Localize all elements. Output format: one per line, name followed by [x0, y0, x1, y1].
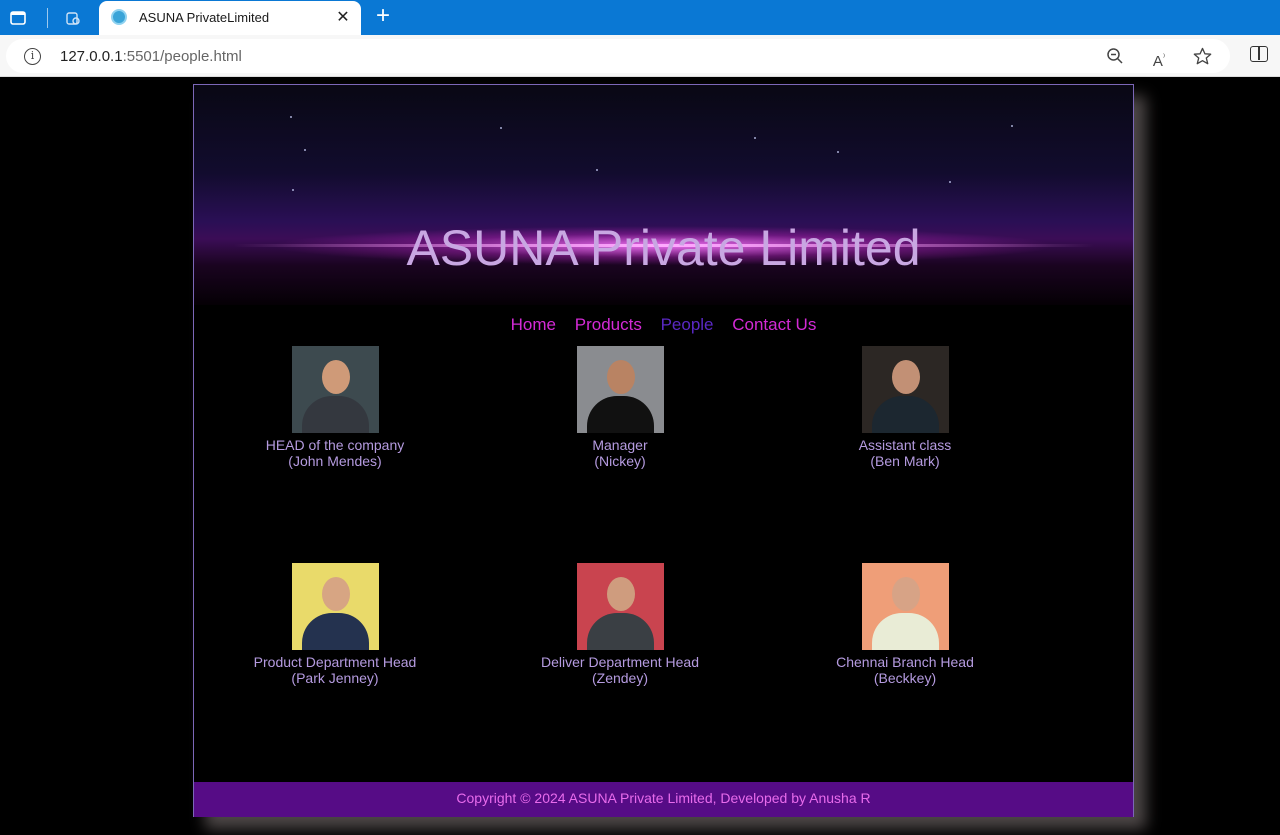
person-card: Product Department Head (Park Jenney): [225, 563, 445, 686]
page-viewport: ASUNA Private Limited Home Products Peop…: [0, 77, 1280, 835]
site-title: ASUNA Private Limited: [406, 220, 921, 276]
tab-actions-icon[interactable]: [7, 7, 29, 29]
star-decoration: [292, 189, 294, 191]
person-photo[interactable]: [291, 563, 379, 650]
zoom-out-icon[interactable]: [1105, 47, 1125, 67]
person-caption: Chennai Branch Head (Beckkey): [795, 654, 1015, 686]
url-text[interactable]: 127.0.0.1:5501/people.html: [60, 48, 242, 65]
star-decoration: [837, 151, 839, 153]
new-tab-icon[interactable]: +: [370, 4, 396, 29]
main-nav: Home Products People Contact Us: [194, 315, 1133, 335]
person-role: Assistant class: [858, 437, 952, 453]
person-photo[interactable]: [861, 346, 949, 433]
person-role: Chennai Branch Head: [836, 654, 974, 670]
star-decoration: [754, 137, 756, 139]
url-field[interactable]: i 127.0.0.1:5501/people.html A⁾: [6, 39, 1230, 73]
person-photo[interactable]: [291, 346, 379, 433]
person-photo[interactable]: [861, 563, 949, 650]
person-role: Deliver Department Head: [541, 654, 699, 670]
person-name: (Zendey): [591, 670, 649, 686]
person-name: (Ben Mark): [870, 453, 940, 469]
split-screen-icon[interactable]: [1250, 46, 1268, 62]
favorite-star-icon[interactable]: [1192, 47, 1212, 67]
tab-bar-separator: [47, 8, 48, 28]
person-caption: Manager (Nickey): [510, 437, 730, 469]
person-caption: Product Department Head (Park Jenney): [225, 654, 445, 686]
person-card: Deliver Department Head (Zendey): [510, 563, 730, 686]
url-host: 127.0.0.1: [60, 48, 123, 65]
tab-title: ASUNA PrivateLimited: [139, 10, 270, 25]
person-card: Manager (Nickey): [510, 346, 730, 469]
active-tab[interactable]: ASUNA PrivateLimited ✕: [99, 1, 361, 35]
star-decoration: [1011, 125, 1013, 127]
person-caption: Assistant class (Ben Mark): [795, 437, 1015, 469]
person-photo[interactable]: [576, 563, 664, 650]
hero-banner: ASUNA Private Limited: [194, 85, 1133, 305]
star-decoration: [290, 116, 292, 118]
person-caption: HEAD of the company (John Mendes): [225, 437, 445, 469]
workspaces-icon[interactable]: [62, 7, 84, 29]
person-name: (John Mendes): [288, 453, 382, 469]
site-container: ASUNA Private Limited Home Products Peop…: [193, 84, 1134, 817]
person-card: Assistant class (Ben Mark): [795, 346, 1015, 469]
person-role: Product Department Head: [253, 654, 417, 670]
star-decoration: [949, 181, 951, 183]
nav-products[interactable]: Products: [575, 315, 642, 334]
person-role: Manager: [592, 437, 648, 453]
browser-tab-bar: ASUNA PrivateLimited ✕ +: [0, 0, 1280, 35]
nav-people[interactable]: People: [661, 315, 714, 334]
person-photo[interactable]: [576, 346, 664, 433]
star-decoration: [304, 149, 306, 151]
nav-contact-us[interactable]: Contact Us: [732, 315, 816, 334]
person-card: HEAD of the company (John Mendes): [225, 346, 445, 469]
tab-close-icon[interactable]: ✕: [333, 8, 353, 28]
star-decoration: [500, 127, 502, 129]
footer-copyright: Copyright © 2024 ASUNA Private Limited, …: [456, 790, 871, 806]
site-footer: Copyright © 2024 ASUNA Private Limited, …: [194, 782, 1133, 817]
address-bar: i 127.0.0.1:5501/people.html A⁾: [0, 35, 1280, 77]
person-name: (Park Jenney): [291, 670, 379, 686]
person-name: (Beckkey): [873, 670, 937, 686]
person-card: Chennai Branch Head (Beckkey): [795, 563, 1015, 686]
url-path: :5501/people.html: [122, 48, 242, 65]
read-aloud-icon[interactable]: A⁾: [1149, 47, 1169, 70]
person-name: (Nickey): [594, 453, 646, 469]
person-caption: Deliver Department Head (Zendey): [510, 654, 730, 686]
site-info-icon[interactable]: i: [24, 48, 41, 65]
nav-home[interactable]: Home: [511, 315, 556, 334]
person-role: HEAD of the company: [265, 437, 405, 453]
star-decoration: [596, 169, 598, 171]
tab-favicon-icon: [111, 9, 127, 25]
